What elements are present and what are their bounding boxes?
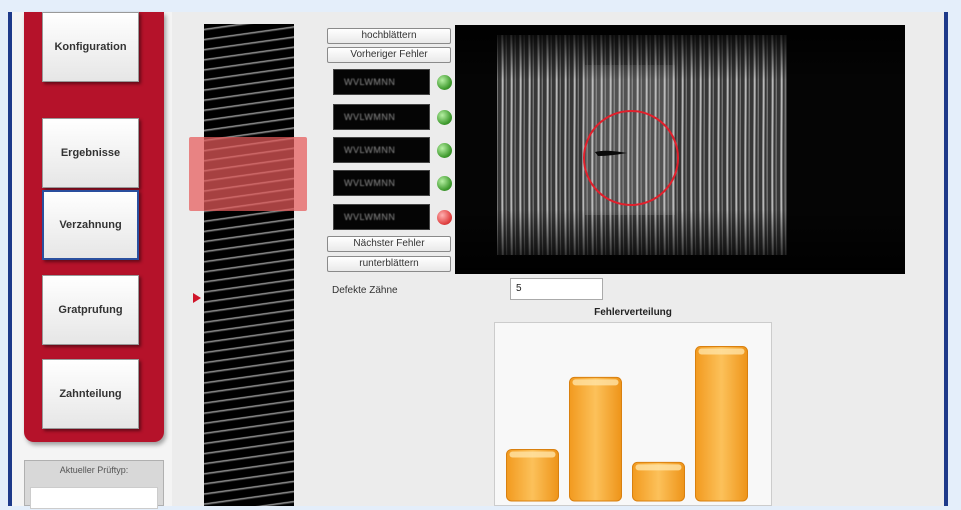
error-distribution-chart [494,322,772,506]
inspection-image [455,25,905,274]
right-margin [948,0,961,506]
inspection-image-viewer[interactable] [455,25,905,274]
next-error-button[interactable]: Nächster Fehler [327,236,451,252]
status-ok-indicator-icon [437,176,452,191]
thumbnail-text: WVLWMNN [344,112,396,122]
gear-teeth-pattern [204,24,294,506]
chart-canvas [506,345,748,502]
strip-position-marker-icon [193,293,201,303]
tooth-thumbnail[interactable]: WVLWMNN [333,104,430,130]
tooth-thumbnail[interactable]: WVLWMNN [333,69,430,95]
tooth-thumbnail[interactable]: WVLWMNN [333,170,430,196]
chart-bar-highlight-1 [509,451,556,458]
defective-teeth-field[interactable]: 5 [510,278,603,300]
status-error-indicator-icon [437,210,452,225]
nav-button-verzahnung[interactable]: Verzahnung [42,190,139,260]
chart-bar-2 [569,376,622,502]
left-margin [0,0,8,506]
status-ok-indicator-icon [437,110,452,125]
strip-selection-highlight[interactable] [189,137,307,211]
current-test-type-label: Aktueller Prüftyp: [59,465,129,475]
defective-teeth-label: Defekte Zähne [332,285,398,296]
current-test-type-panel: Aktueller Prüftyp: [24,460,164,509]
status-ok-indicator-icon [437,75,452,90]
nav-button-gratprufung[interactable]: Gratprufung [42,275,139,345]
chart-title: Fehlerverteilung [594,307,672,318]
chart-bar-highlight-2 [572,379,619,386]
thumbnail-text: WVLWMNN [344,178,396,188]
nav-button-zahnteilung[interactable]: Zahnteilung [42,359,139,429]
chart-bar-highlight-4 [698,348,745,355]
scroll-down-button[interactable]: runterblättern [327,256,451,272]
status-ok-indicator-icon [437,143,452,158]
gear-overview-strip[interactable] [204,24,294,506]
nav-button-konfiguration[interactable]: Konfiguration [42,12,139,82]
tooth-thumbnail[interactable]: WVLWMNN [333,204,430,230]
previous-error-button[interactable]: Vorheriger Fehler [327,47,451,63]
nav-button-ergebnisse[interactable]: Ergebnisse [42,118,139,188]
nav-panel: Konfiguration Ergebnisse Verzahnung Grat… [24,12,164,442]
thumbnail-text: WVLWMNN [344,77,396,87]
thumbnail-text: WVLWMNN [344,212,396,222]
chart-bar-highlight-3 [635,464,682,471]
top-border [0,0,961,12]
scroll-up-button[interactable]: hochblättern [327,28,451,44]
chart-bar-4 [695,345,748,502]
thumbnail-text: WVLWMNN [344,145,396,155]
tooth-thumbnail[interactable]: WVLWMNN [333,137,430,163]
